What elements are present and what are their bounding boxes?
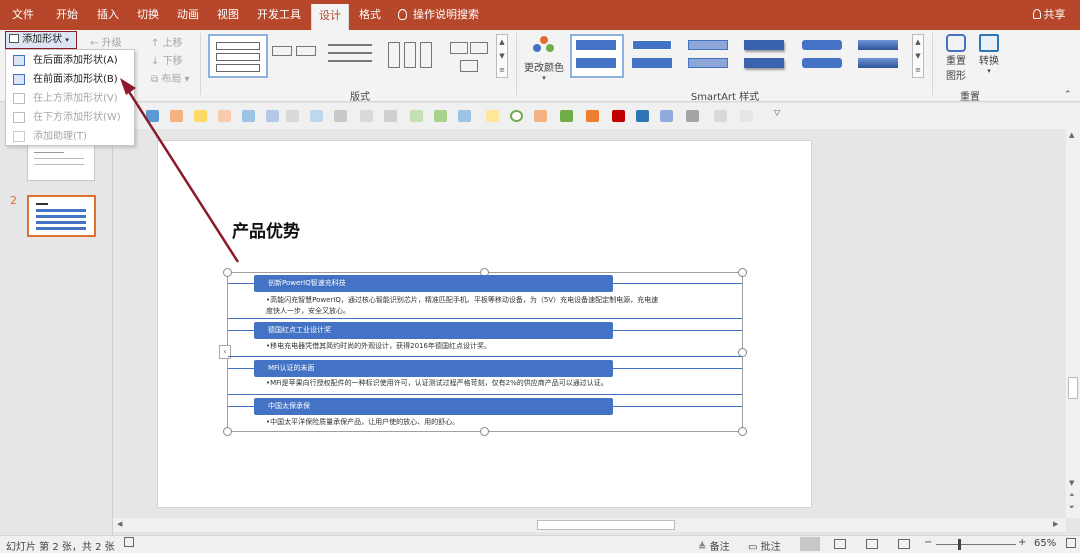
- annotation-arrow: [120, 78, 240, 263]
